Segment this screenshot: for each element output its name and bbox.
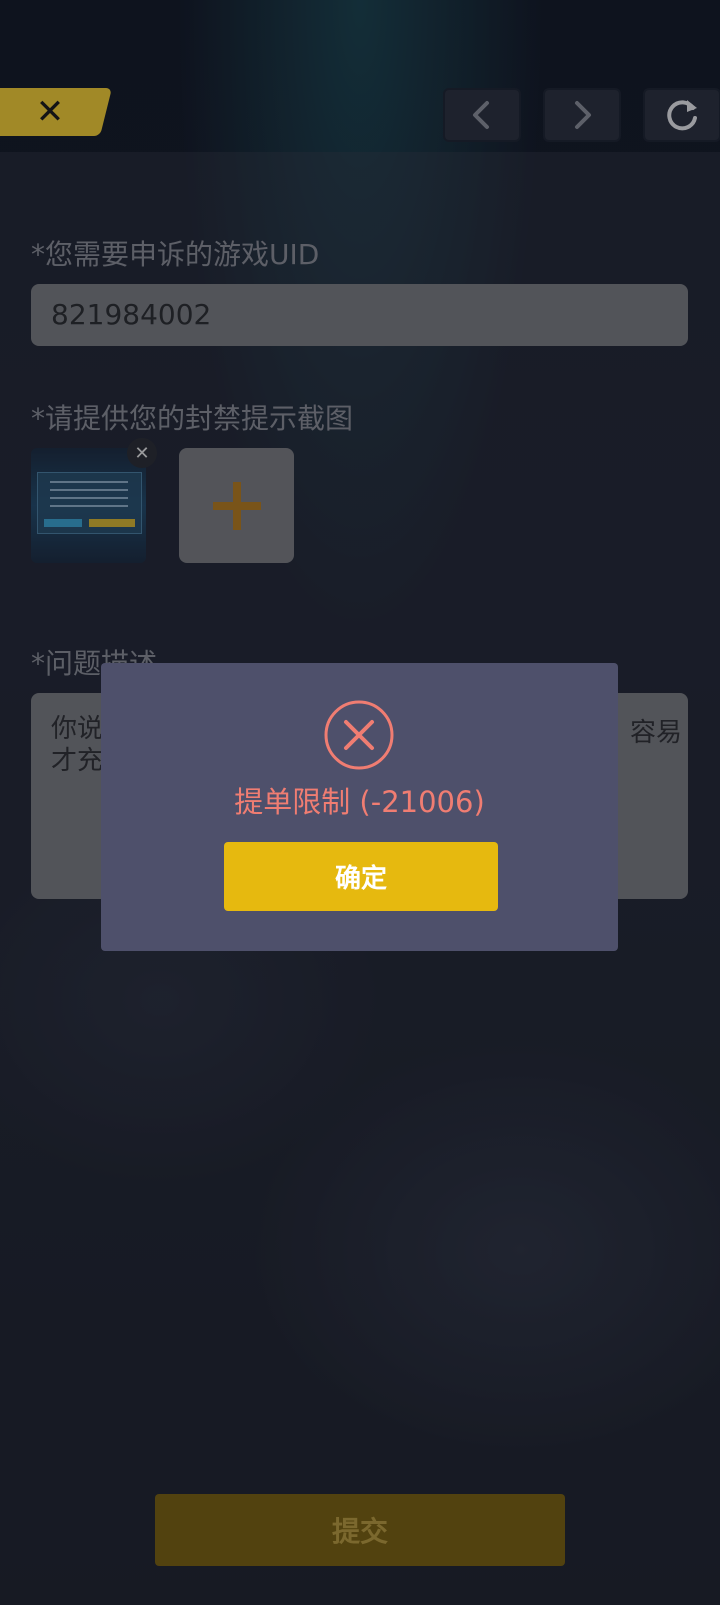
- error-icon: [324, 700, 394, 770]
- confirm-button[interactable]: 确定: [224, 842, 498, 911]
- error-message: 提单限制 (-21006): [234, 785, 485, 819]
- error-dialog: 提单限制 (-21006) 确定: [101, 663, 618, 951]
